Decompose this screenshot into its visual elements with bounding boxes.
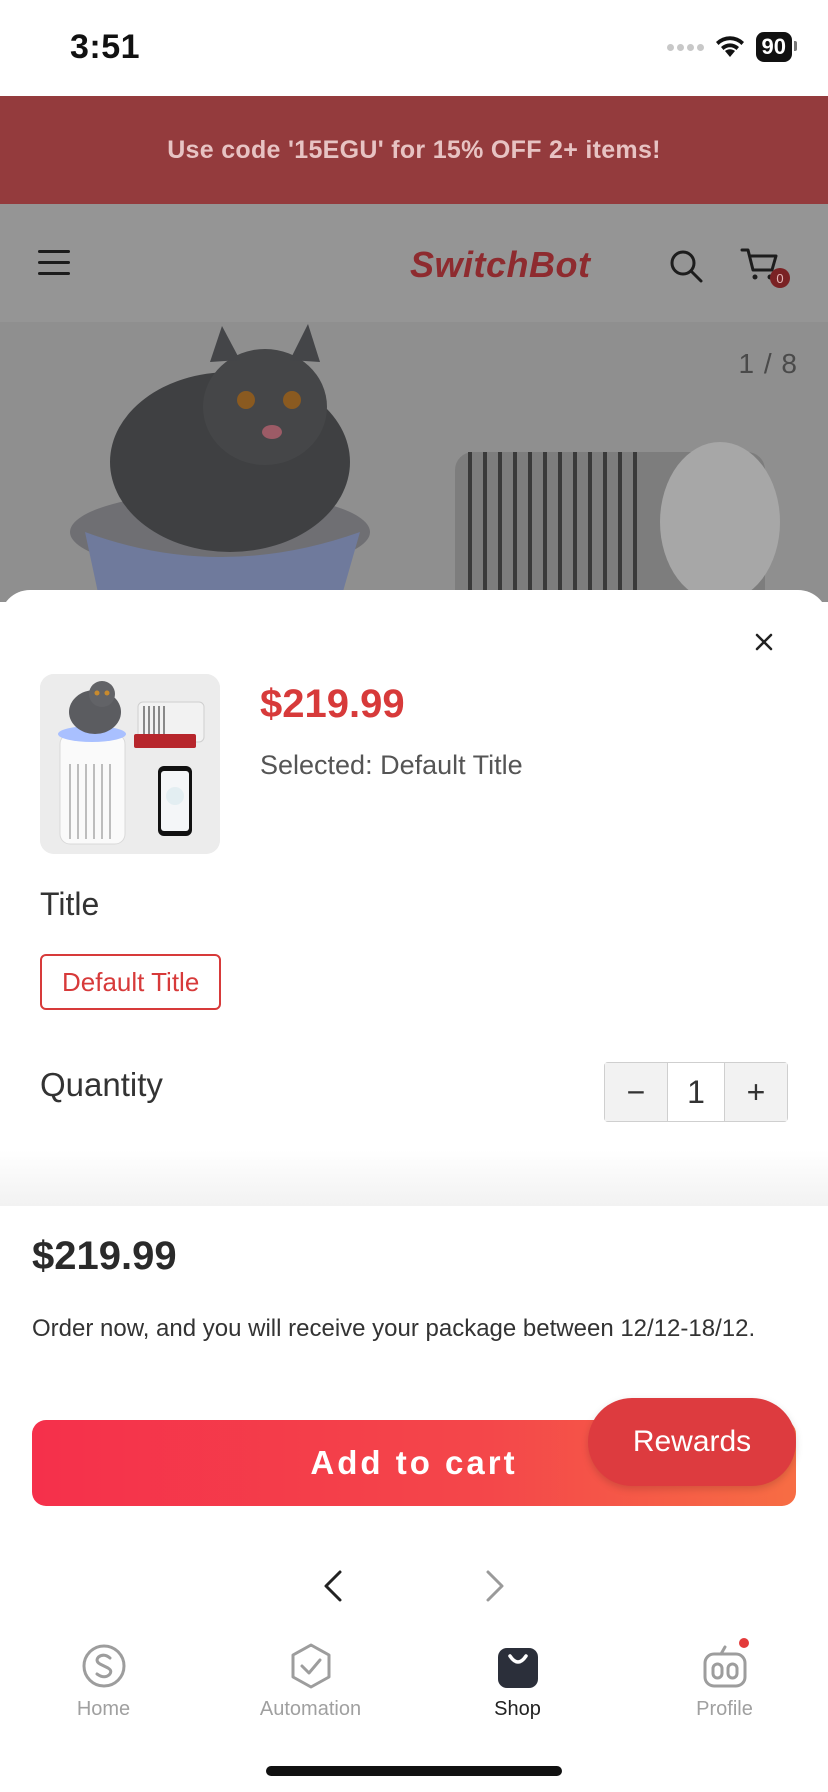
product-thumbnail [40,674,220,854]
notification-dot [736,1636,751,1650]
promo-banner: Use code '15EGU' for 15% OFF 2+ items! [0,96,828,204]
chevron-right-icon[interactable] [480,1566,510,1606]
selected-price: $219.99 [260,682,405,726]
shopping-bag-icon [497,1648,538,1688]
brand-logo[interactable]: SwitchBot [410,244,591,286]
status-bar: 3:51 90 [0,0,828,96]
cart-count-badge: 0 [770,268,790,288]
wifi-icon [715,36,744,57]
tab-label-shop: Shop [494,1698,541,1720]
check-shield-icon [291,1643,330,1689]
variant-option-default-title[interactable]: Default Title [40,954,222,1010]
menu-icon[interactable] [38,250,70,278]
tab-automation[interactable]: Automation [207,1630,414,1740]
site-header: SwitchBot 0 [0,204,828,322]
tab-label-home: Home [76,1698,131,1720]
selected-variant-text: Selected: Default Title [260,750,523,780]
tab-home[interactable]: Home [0,1630,207,1740]
tab-profile[interactable]: Profile [621,1630,828,1740]
rewards-button[interactable]: Rewards [588,1398,796,1486]
status-time: 3:51 [70,28,141,66]
increase-quantity-button[interactable]: + [725,1063,787,1121]
delivery-estimate: Order now, and you will receive your pac… [32,1315,756,1342]
image-counter: 1 / 8 [738,348,798,379]
tab-label-automation: Automation [259,1698,362,1720]
decrease-quantity-button[interactable]: − [605,1063,667,1121]
search-icon[interactable] [668,248,704,284]
hero-image[interactable]: 1 / 8 [0,322,828,602]
total-price: $219.99 [32,1234,177,1278]
cart-button[interactable]: 0 [740,246,790,288]
variant-sheet: $219.99 Selected: Default Title Title De… [0,590,828,1792]
home-indicator [266,1766,562,1776]
quantity-value[interactable]: 1 [667,1063,725,1121]
sheet-divider [0,1150,828,1206]
robot-icon [701,1636,751,1690]
cellular-signal-icon [666,43,704,51]
status-icons: 90 [666,32,798,62]
product-photo [0,322,828,602]
tab-bar: Home Automation Shop Profile [0,1630,828,1750]
option-label: Title [40,886,100,922]
battery-indicator: 90 [755,32,798,62]
chevron-left-icon[interactable] [318,1566,348,1606]
tab-label-profile: Profile [696,1698,753,1720]
promo-text: Use code '15EGU' for 15% OFF 2+ items! [167,135,661,164]
quantity-stepper: − 1 + [604,1062,788,1122]
close-icon[interactable] [748,626,780,658]
s-circle-icon [82,1644,125,1688]
quantity-label: Quantity [40,1066,163,1103]
tab-shop[interactable]: Shop [414,1630,621,1740]
